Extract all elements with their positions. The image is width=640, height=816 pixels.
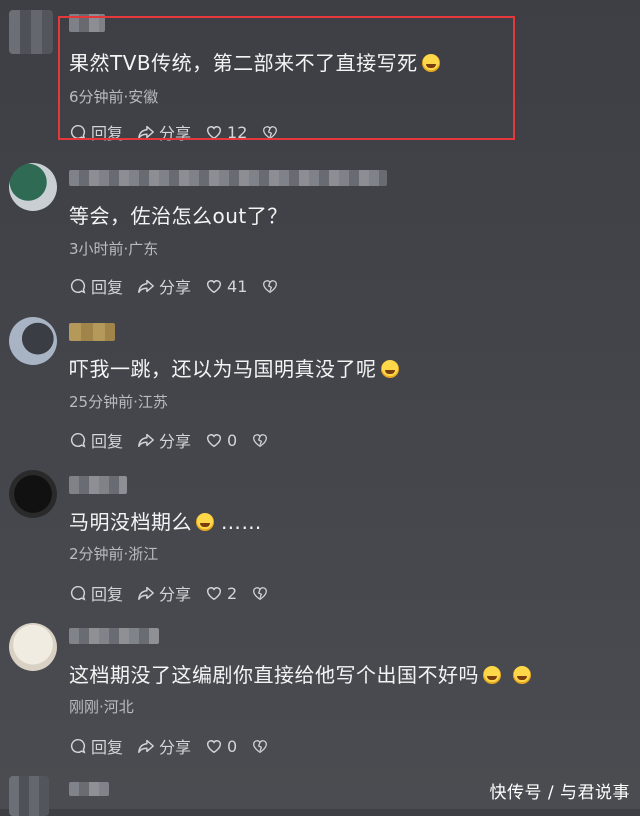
comment-meta: 刚刚·河北 [69,698,134,716]
like-button[interactable]: 0 [205,431,237,450]
dislike-button[interactable] [261,277,283,295]
dislike-button[interactable] [251,431,273,449]
comment-meta: 25分钟前·江苏 [69,393,168,411]
reply-button[interactable]: 回复 [69,274,123,298]
reply-bubble-icon [70,432,86,448]
laugh-cry-emoji-icon [380,360,399,378]
broken-heart-icon [253,587,268,601]
comment-text: 这档期没了这编剧你直接给他写个出国不好吗 [69,659,531,688]
dislike-button[interactable] [251,584,273,602]
username-blurred[interactable] [69,782,109,796]
share-arrow-icon [138,586,154,601]
username-blurred[interactable] [69,323,115,341]
comment-meta: 2分钟前·浙江 [69,545,159,563]
reply-bubble-icon [70,585,86,601]
share-arrow-icon [138,739,154,754]
avatar[interactable] [9,317,57,365]
username-blurred[interactable] [69,476,127,494]
avatar[interactable] [9,623,57,671]
reply-button[interactable]: 回复 [69,581,123,605]
grimace-emoji-icon [196,513,214,531]
broken-heart-icon [263,280,278,294]
grimace-emoji-icon [483,666,501,684]
heart-icon [207,740,222,754]
dislike-button[interactable] [251,737,273,755]
comment-text: 吓我一跳，还以为马国明真没了呢 [69,353,399,382]
share-button[interactable]: 分享 [137,428,191,452]
comment-actions: 回复 分享 0 [69,428,287,452]
share-arrow-icon [138,433,154,448]
reply-button[interactable]: 回复 [69,428,123,452]
avatar[interactable] [9,470,57,518]
heart-icon [207,434,222,448]
avatar[interactable] [9,163,57,211]
share-button[interactable]: 分享 [137,581,191,605]
grimace-emoji-icon [513,666,531,684]
share-arrow-icon [138,279,154,294]
heart-icon [207,280,222,294]
like-button[interactable]: 0 [205,737,237,756]
comment-text: 等会，佐治怎么out了？ [69,204,288,228]
reply-bubble-icon [70,278,86,294]
avatar[interactable] [9,10,53,54]
comment-actions: 回复 分享 0 [69,734,287,758]
like-button[interactable]: 41 [205,277,247,296]
comment-actions: 回复 分享 2 [69,581,287,605]
username-blurred[interactable] [69,628,159,644]
comment-actions: 回复 分享 41 [69,274,297,298]
avatar[interactable] [9,776,49,816]
comment-text: 马明没档期么 …… [69,510,262,534]
username-blurred[interactable] [69,170,387,186]
like-button[interactable]: 2 [205,584,237,603]
share-button[interactable]: 分享 [137,274,191,298]
heart-icon [207,587,222,601]
watermark: 快传号 / 与君说事 [489,783,630,803]
share-button[interactable]: 分享 [137,734,191,758]
broken-heart-icon [253,434,268,448]
reply-button[interactable]: 回复 [69,734,123,758]
comment-meta: 3小时前·广东 [69,240,159,258]
broken-heart-icon [253,740,268,754]
highlight-box [58,16,515,140]
reply-bubble-icon [70,738,86,754]
